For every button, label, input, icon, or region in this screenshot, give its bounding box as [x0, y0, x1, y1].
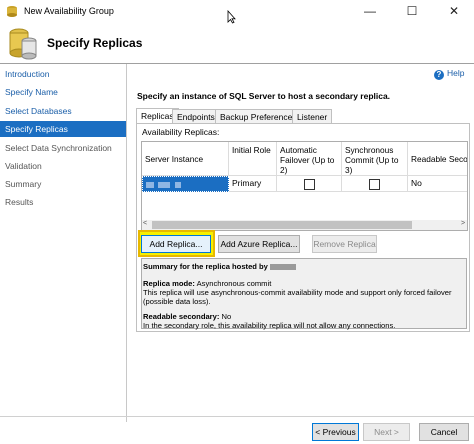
- sidebar-item-specify-name[interactable]: Specify Name: [0, 84, 126, 100]
- replicas-grid: Server Instance Initial Role Automatic F…: [141, 141, 468, 231]
- sidebar-item-specify-replicas[interactable]: Specify Replicas: [0, 121, 126, 137]
- footer-divider: [0, 416, 474, 417]
- cursor-icon: [227, 10, 236, 24]
- column-header-server-instance[interactable]: Server Instance: [142, 142, 229, 176]
- cell-readable-secondary[interactable]: No: [408, 176, 467, 192]
- instruction-text: Specify an instance of SQL Server to hos…: [137, 91, 391, 101]
- scroll-right-icon[interactable]: >: [461, 220, 465, 227]
- readable-secondary-description: In the secondary role, this availability…: [143, 321, 396, 330]
- replica-mode-description: This replica will use asynchronous-commi…: [143, 288, 452, 306]
- remove-replica-button[interactable]: Remove Replica: [312, 235, 377, 253]
- cell-automatic-failover: [277, 176, 342, 192]
- sidebar-item-select-databases[interactable]: Select Databases: [0, 103, 126, 119]
- cancel-button[interactable]: Cancel: [419, 423, 469, 441]
- database-wizard-icon: [9, 28, 37, 60]
- tab-endpoints[interactable]: Endpoints: [172, 109, 220, 124]
- cell-initial-role: Primary: [229, 176, 277, 192]
- tab-listener[interactable]: Listener: [292, 109, 333, 124]
- column-header-readable-secondary[interactable]: Readable Seco: [408, 142, 467, 176]
- synchronous-commit-checkbox[interactable]: [369, 179, 380, 190]
- column-header-initial-role[interactable]: Initial Role: [229, 142, 277, 176]
- minimize-button[interactable]: —: [350, 0, 390, 24]
- automatic-failover-checkbox[interactable]: [304, 179, 315, 190]
- add-replica-button[interactable]: Add Replica...: [141, 235, 211, 253]
- close-button[interactable]: ✕: [434, 0, 474, 24]
- sidebar-item-summary: Summary: [5, 179, 42, 189]
- redacted-text: [270, 264, 297, 270]
- replica-mode-line: Replica mode: Asynchronous commit: [143, 279, 272, 288]
- scroll-left-icon[interactable]: <: [143, 220, 147, 227]
- redacted-text: [174, 181, 181, 188]
- sidebar: Introduction Specify Name Select Databas…: [0, 64, 127, 422]
- sidebar-item-results: Results: [5, 197, 34, 207]
- sidebar-item-introduction[interactable]: Introduction: [0, 66, 126, 82]
- next-button[interactable]: Next >: [363, 423, 410, 441]
- sidebar-item-select-data-sync: Select Data Synchronization: [5, 143, 112, 153]
- cell-server-instance[interactable]: [142, 176, 229, 192]
- help-link[interactable]: ? Help: [434, 68, 464, 80]
- app-icon: [7, 6, 17, 17]
- availability-replicas-label: Availability Replicas:: [142, 127, 220, 137]
- summary-title: Summary for the replica hosted by: [143, 262, 297, 271]
- scrollbar-thumb[interactable]: [152, 221, 412, 229]
- help-label: Help: [447, 68, 465, 78]
- readable-secondary-line: Readable secondary: No: [143, 312, 232, 321]
- sidebar-item-validation: Validation: [5, 161, 42, 171]
- column-header-synchronous-commit[interactable]: Synchronous Commit (Up to 3): [342, 142, 408, 176]
- previous-button[interactable]: < Previous: [312, 423, 359, 441]
- redacted-text: [146, 181, 154, 188]
- page-title: Specify Replicas: [47, 36, 143, 50]
- add-azure-replica-button[interactable]: Add Azure Replica...: [218, 235, 300, 253]
- help-icon: ?: [434, 70, 444, 80]
- column-header-automatic-failover[interactable]: Automatic Failover (Up to 2): [277, 142, 342, 176]
- cell-synchronous-commit: [342, 176, 408, 192]
- tab-backup-preferences[interactable]: Backup Preferences: [215, 109, 302, 124]
- redacted-text: [158, 181, 171, 188]
- maximize-button[interactable]: ☐: [392, 0, 432, 24]
- window-title: New Availability Group: [24, 6, 114, 16]
